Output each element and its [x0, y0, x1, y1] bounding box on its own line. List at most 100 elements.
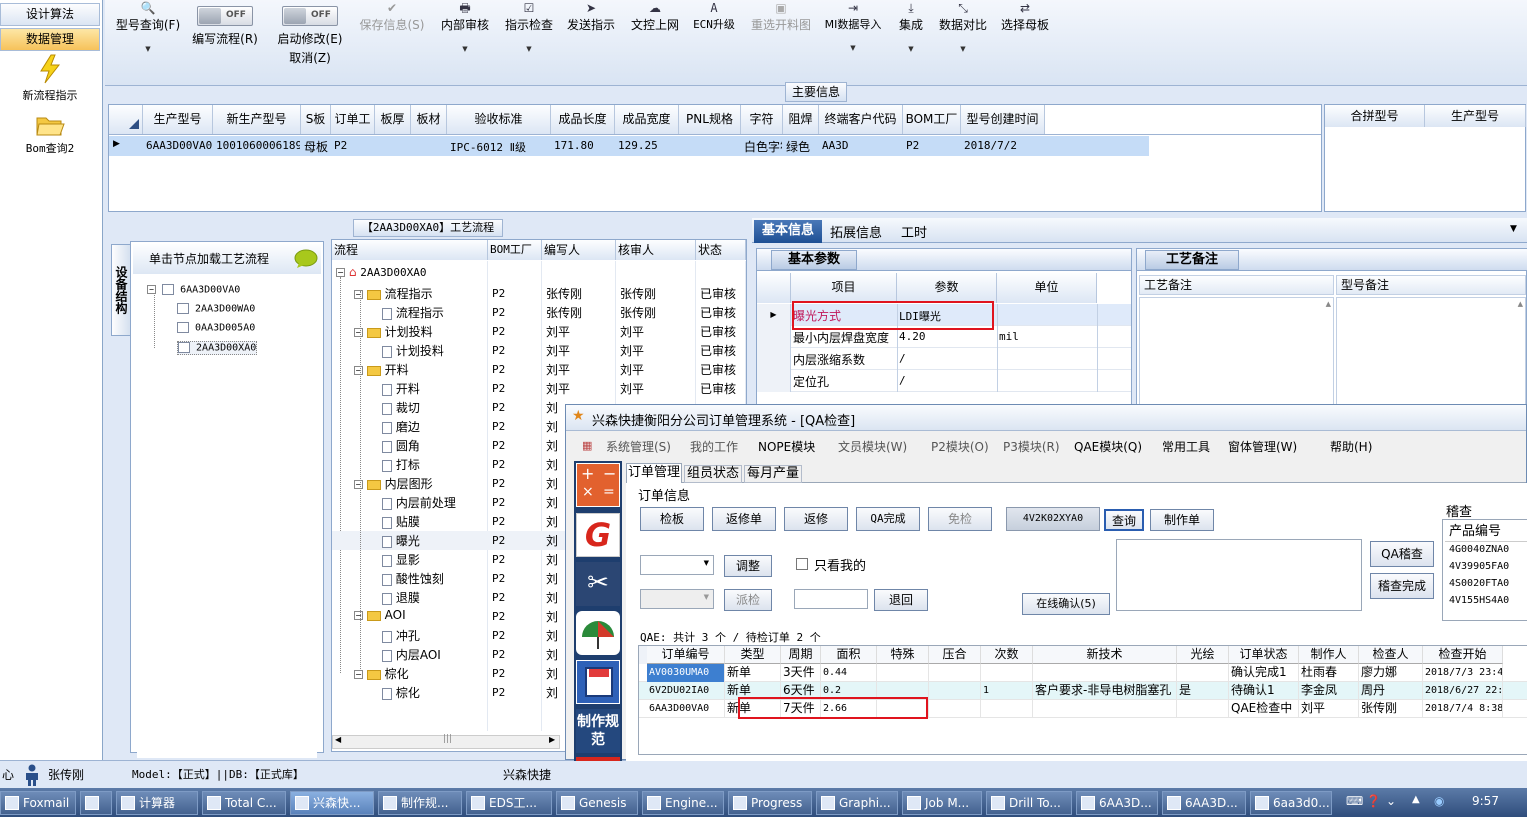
doc-control-upload-button[interactable]: ☁ 文控上网 — [627, 0, 683, 33]
horizontal-scrollbar[interactable]: ◀ ||| ▶ — [332, 734, 560, 749]
tree-node[interactable]: − 流程指示 — [354, 285, 433, 302]
tree-node-selected[interactable]: 2AA3D00XA0 — [177, 341, 258, 355]
tree-node[interactable]: 打标 — [382, 456, 420, 473]
taskbar-button[interactable]: Graphi... — [816, 791, 898, 815]
col-header[interactable]: 阻焊 — [783, 105, 819, 134]
taskbar-button[interactable]: 6AA3D... — [1162, 791, 1246, 815]
online-confirm-button[interactable]: 在线确认(5) — [1022, 593, 1110, 615]
table-row[interactable]: 开料 P2 刘平 刘平 已审核 — [332, 379, 746, 398]
process-notes-textarea[interactable]: ▲ — [1139, 297, 1334, 405]
taskbar-button[interactable]: Progress — [728, 791, 812, 815]
taskbar-button[interactable]: Job M... — [902, 791, 982, 815]
col-param[interactable]: 参数 — [897, 273, 997, 303]
model-query-button[interactable]: 🔍 型号查询(F) ▼ — [109, 0, 187, 53]
dispatch-button[interactable]: 派检 — [724, 589, 772, 611]
tree-node[interactable]: 内层AOI — [382, 646, 441, 663]
col-header[interactable]: 特殊 — [877, 646, 929, 664]
taskbar-button[interactable]: Genesis — [556, 791, 638, 815]
col-header[interactable]: 新生产型号 — [213, 105, 301, 134]
save-icon[interactable] — [576, 660, 620, 704]
menu-item[interactable]: 我的工作 — [690, 438, 738, 455]
tray-arrow-icon[interactable]: ▲ — [1412, 794, 1420, 805]
menu-item[interactable]: P2模块(O) — [931, 438, 989, 455]
order-number-input[interactable]: 4V2K02XYA0 — [1006, 507, 1100, 531]
qa-complete-button[interactable]: QA完成 — [856, 507, 920, 531]
col-item[interactable]: 项目 — [791, 273, 897, 303]
product-number-cell[interactable]: 4G0040ZNA0 — [1449, 544, 1509, 555]
tree-node[interactable]: 曝光 — [382, 532, 420, 549]
param-value-cell[interactable]: / — [899, 352, 995, 365]
col-header[interactable]: BOM工厂 — [488, 240, 542, 260]
col-header[interactable]: 制作人 — [1299, 646, 1359, 664]
chevron-down-icon[interactable]: ⌄ — [1386, 794, 1396, 808]
send-instruction-button[interactable]: ➤ 发送指示 — [563, 0, 619, 33]
col-header[interactable]: 光绘 — [1177, 646, 1229, 664]
col-header[interactable]: 成品长度 — [551, 105, 615, 134]
tree-node[interactable]: 冲孔 — [382, 627, 420, 644]
product-number-cell[interactable]: 4S0020FTA0 — [1449, 578, 1509, 589]
toggle-switch[interactable]: OFF — [282, 6, 338, 26]
qa-review-button[interactable]: QA稽查 — [1370, 541, 1434, 567]
tools-icon[interactable]: ✂ — [576, 562, 620, 606]
col-header[interactable]: 压合 — [929, 646, 981, 664]
start-edit-toggle[interactable]: OFF 启动修改(E) 取消(Z) — [271, 6, 349, 66]
menu-item[interactable]: NOPE模块 — [758, 438, 815, 455]
reselect-cut-drawing-button[interactable]: ▣ 重选开料图 — [747, 0, 815, 33]
toggle-switch[interactable]: OFF — [197, 6, 253, 26]
col-header[interactable]: 验收标准 — [447, 105, 551, 134]
tab-work-hours[interactable]: 工时 — [894, 222, 934, 241]
tab-member-status[interactable]: 组员状态 — [684, 465, 742, 483]
bom-query-button[interactable]: Bom查询2 — [0, 113, 100, 156]
tree-node[interactable]: 0AA3D005A0 — [177, 322, 255, 334]
tree-node[interactable]: − AOI — [354, 608, 406, 622]
g-app-icon[interactable]: G — [576, 513, 620, 557]
menu-item[interactable]: P3模块(R) — [1003, 438, 1060, 455]
taskbar-button[interactable]: Foxmail — [0, 791, 76, 815]
tab-basic-info[interactable]: 基本信息 — [754, 220, 822, 243]
table-row[interactable]: ▶ 6AA3D00VA0 10010600061896 母板 P2 IPC-6012 Ⅱ级… — [109, 136, 1149, 156]
table-row[interactable]: − 计划投料 P2 刘平 刘平 已审核 — [332, 322, 746, 341]
menu-item[interactable]: 文员模块(W) — [838, 438, 907, 455]
col-header[interactable]: BOM工厂 — [903, 105, 961, 134]
query-button[interactable]: 查询 — [1104, 509, 1144, 531]
tree-node[interactable]: 内层前处理 — [382, 494, 456, 511]
taskbar-button[interactable]: Engine... — [642, 791, 724, 815]
tree-node[interactable]: 计划投料 — [382, 342, 444, 359]
only-mine-checkbox[interactable] — [796, 558, 808, 570]
tab-order-management[interactable]: 订单管理 — [626, 463, 682, 483]
tree-node[interactable]: 退膜 — [382, 589, 420, 606]
taskbar-button[interactable]: EDS工... — [466, 791, 552, 815]
remark-input[interactable] — [794, 589, 868, 609]
table-row[interactable]: 内层涨缩系数 / — [757, 348, 1131, 370]
taskbar-button[interactable]: 制作规... — [378, 791, 462, 815]
col-header[interactable]: 生产型号 — [143, 105, 213, 134]
col-production-model[interactable]: 生产型号 — [1425, 105, 1526, 127]
tree-node[interactable]: 裁切 — [382, 399, 420, 416]
col-header[interactable]: 字符 — [741, 105, 783, 134]
col-header[interactable]: S板 — [301, 105, 331, 134]
menu-item[interactable]: QAE模块(Q) — [1074, 438, 1142, 455]
col-header[interactable]: 检查开始 — [1423, 646, 1503, 664]
app-menu-icon[interactable]: ▦ — [582, 439, 592, 452]
process-notes-title[interactable]: 工艺备注 — [1145, 250, 1239, 270]
rework-button[interactable]: 返修 — [784, 507, 848, 531]
col-header[interactable]: 型号创建时间 — [961, 105, 1045, 134]
tree-node[interactable]: 圆角 — [382, 437, 420, 454]
tree-node[interactable]: − 内层图形 — [354, 475, 433, 492]
new-process-button[interactable]: 新流程指示 — [0, 54, 100, 103]
tree-node[interactable]: − 计划投料 — [354, 323, 433, 340]
tree-node[interactable]: 贴膜 — [382, 513, 420, 530]
col-header[interactable]: 新技术 — [1033, 646, 1177, 664]
col-header[interactable]: 核审人 — [616, 240, 696, 260]
col-header[interactable]: 类型 — [725, 646, 781, 664]
model-notes-textarea[interactable]: ▲ — [1336, 297, 1526, 405]
tree-root[interactable]: − ⌂ 2AA3D00XA0 — [336, 265, 427, 279]
col-header[interactable]: 编写人 — [542, 240, 616, 260]
col-header[interactable]: 检查人 — [1359, 646, 1423, 664]
table-row[interactable]: − 开料 P2 刘平 刘平 已审核 — [332, 360, 746, 379]
col-header[interactable]: 成品宽度 — [615, 105, 679, 134]
tab-extended-info[interactable]: 拓展信息 — [826, 222, 886, 241]
nav-data-management[interactable]: 数据管理 — [0, 28, 100, 51]
menu-item[interactable]: 帮助(H) — [1330, 438, 1372, 455]
taskbar-button[interactable]: Drill To... — [986, 791, 1072, 815]
